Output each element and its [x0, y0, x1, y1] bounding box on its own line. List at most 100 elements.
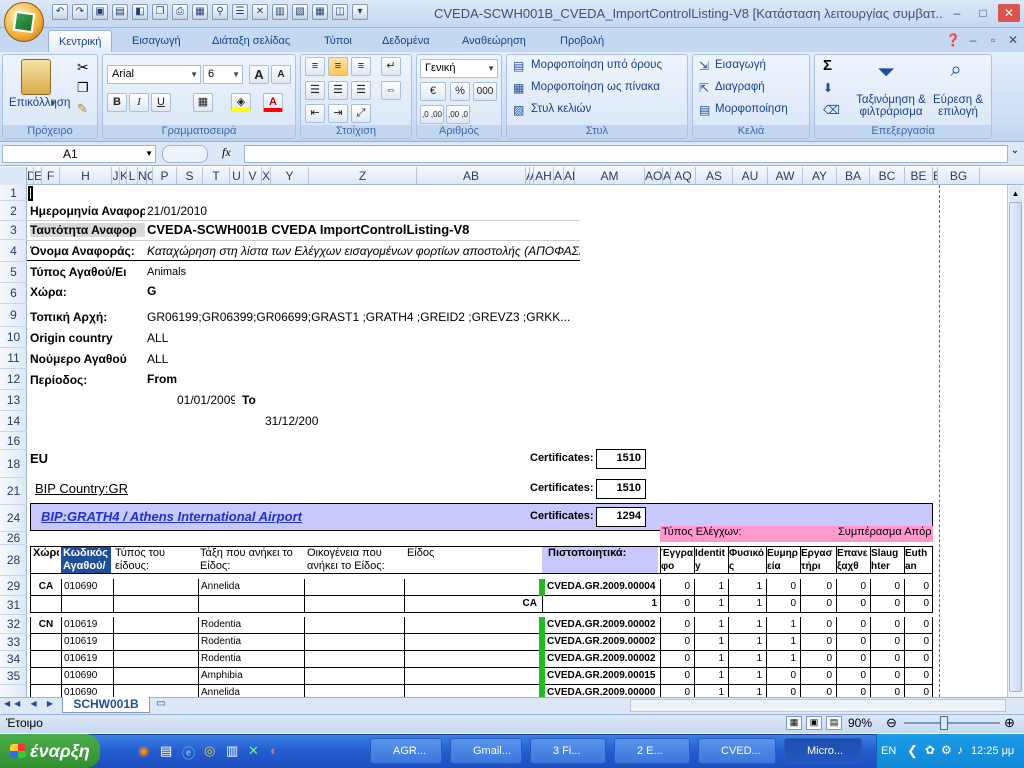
- column-header-f[interactable]: F: [42, 167, 60, 185]
- font-color-icon[interactable]: A: [263, 93, 283, 112]
- tab-view[interactable]: Προβολή: [550, 30, 614, 52]
- row-header-33[interactable]: 33: [0, 634, 27, 651]
- paste-dropdown-icon[interactable]: ▼: [49, 99, 57, 108]
- undo-icon[interactable]: ↶: [52, 4, 68, 20]
- row-header-11[interactable]: 11: [0, 348, 27, 369]
- align-right-icon[interactable]: ☰: [351, 81, 371, 100]
- zoom-slider-thumb[interactable]: [940, 716, 948, 730]
- orientation-icon[interactable]: ⤢: [351, 104, 371, 123]
- tab-insert[interactable]: Εισαγωγή: [122, 30, 191, 52]
- column-header-ao[interactable]: AO: [645, 167, 663, 185]
- copy-icon[interactable]: ❐: [152, 4, 168, 20]
- percent-button[interactable]: %: [450, 82, 470, 101]
- explorer-icon[interactable]: ▤: [160, 743, 172, 759]
- row-header-34[interactable]: 34: [0, 651, 27, 668]
- table-row[interactable]: [30, 685, 933, 697]
- name-box[interactable]: A1 ▼: [2, 145, 156, 163]
- sheet-icon[interactable]: ▧: [292, 4, 308, 20]
- column-header-ab[interactable]: AB: [417, 167, 526, 185]
- row-header-26[interactable]: 26: [0, 532, 27, 545]
- page-layout-icon[interactable]: ▣: [806, 716, 822, 730]
- column-header-d[interactable]: D: [27, 167, 34, 185]
- column-header-as[interactable]: AS: [696, 167, 733, 185]
- task-explorer[interactable]: 2 E...: [614, 738, 690, 764]
- copy-icon[interactable]: ❐: [77, 80, 89, 96]
- help-icon[interactable]: ❓: [942, 31, 964, 49]
- column-header-bc[interactable]: BC: [870, 167, 905, 185]
- expand-formula-icon[interactable]: ⌄: [1008, 145, 1022, 163]
- column-header-l[interactable]: L: [127, 167, 138, 185]
- zoom-slider[interactable]: [904, 722, 1000, 724]
- row-header-18[interactable]: 18: [0, 450, 27, 478]
- sheet-grid[interactable]: Ημερομηνία Αναφορ 21/01/2010 Ταυτότητα Α…: [27, 185, 1007, 697]
- grow-font-button[interactable]: A: [249, 65, 269, 84]
- thousands-button[interactable]: 000: [473, 82, 497, 101]
- row-header-35[interactable]: 35: [0, 668, 27, 685]
- minimize-button[interactable]: –: [946, 4, 968, 22]
- sort-filter-line1[interactable]: Ταξινόμηση &: [853, 94, 929, 106]
- print-icon[interactable]: ⎙: [172, 4, 188, 20]
- fill-icon[interactable]: ⬇: [823, 81, 833, 95]
- row-header-29[interactable]: 29: [0, 576, 27, 596]
- find-select-line1[interactable]: Εύρεση &: [929, 94, 987, 106]
- format-as-table-button[interactable]: Μορφοποίηση ως πίνακα: [531, 81, 660, 93]
- bip-link[interactable]: BIP:GRATH4 / Athens International Airpor…: [41, 509, 302, 524]
- row-header-16[interactable]: 16: [0, 432, 27, 450]
- insert-cells-button[interactable]: Εισαγωγή: [715, 59, 766, 71]
- conditional-format-button[interactable]: Μορφοποίηση υπό όρους: [531, 59, 662, 71]
- fill-color-icon[interactable]: ◈: [231, 93, 251, 112]
- row-header-3[interactable]: 3: [0, 221, 27, 240]
- scroll-up-icon[interactable]: ▲: [1009, 186, 1022, 202]
- app-icon[interactable]: ▥: [226, 743, 238, 759]
- table-row[interactable]: [30, 617, 933, 634]
- tab-formulas[interactable]: Τύποι: [314, 30, 362, 52]
- row-header-12[interactable]: 12: [0, 369, 27, 390]
- number-format-combo[interactable]: Γενική ▼: [420, 59, 498, 78]
- tray-back-icon[interactable]: ❮: [907, 743, 918, 759]
- redo-icon[interactable]: ↷: [72, 4, 88, 20]
- row-header-31[interactable]: 31: [0, 596, 27, 615]
- bold-button[interactable]: B: [107, 93, 127, 112]
- firefox-icon[interactable]: ◉: [138, 743, 149, 759]
- format-painter-icon[interactable]: ✎: [77, 101, 88, 117]
- clear-icon[interactable]: ✕: [252, 4, 268, 20]
- row-header-9[interactable]: 9: [0, 304, 27, 327]
- row-header-21[interactable]: 21: [0, 478, 27, 505]
- sheet-tab-schw001b[interactable]: SCHW001B: [62, 697, 150, 713]
- filter-icon[interactable]: ⚲: [212, 4, 228, 20]
- row-header-5[interactable]: 5: [0, 262, 27, 283]
- clear-icon[interactable]: ⌫: [823, 103, 840, 117]
- print-preview-icon[interactable]: ▤: [112, 4, 128, 20]
- tab-data[interactable]: Δεδομένα: [372, 30, 440, 52]
- table-row[interactable]: [30, 579, 933, 596]
- ie-icon[interactable]: ⓔ: [182, 743, 195, 762]
- row-header-28[interactable]: 28: [0, 545, 27, 576]
- currency-icon[interactable]: €: [420, 82, 446, 101]
- column-header-s[interactable]: S: [177, 167, 203, 185]
- table-row[interactable]: [30, 634, 933, 651]
- column-header-h[interactable]: H: [60, 167, 112, 185]
- save-icon[interactable]: ▣: [92, 4, 108, 20]
- font-name-combo[interactable]: Arial ▼: [107, 65, 201, 84]
- ribbon-close-button[interactable]: ✕: [1002, 31, 1024, 49]
- zoom-level[interactable]: 90%: [848, 716, 872, 730]
- tab-review[interactable]: Αναθεώρηση: [452, 30, 536, 52]
- tab-page-layout[interactable]: Διάταξη σελίδας: [202, 30, 300, 52]
- task-gmail[interactable]: Gmail...: [450, 738, 522, 764]
- maximize-button[interactable]: □: [972, 4, 994, 22]
- merge-center-icon[interactable]: ⇔: [381, 81, 401, 100]
- row-header-1[interactable]: 1: [0, 185, 27, 201]
- row-header-10[interactable]: 10: [0, 327, 27, 348]
- column-header-aq[interactable]: AQ: [671, 167, 696, 185]
- row-header-32[interactable]: 32: [0, 615, 27, 634]
- wrap-text-icon[interactable]: ↵: [381, 57, 401, 76]
- row-header-4[interactable]: 4: [0, 240, 27, 262]
- select-all-corner[interactable]: [0, 167, 27, 185]
- column-header-e[interactable]: E: [34, 167, 42, 185]
- column-header-k[interactable]: K: [120, 167, 127, 185]
- row-header-2[interactable]: 2: [0, 201, 27, 221]
- increase-indent-icon[interactable]: ⇥: [328, 104, 348, 123]
- task-agr[interactable]: AGR...: [370, 738, 442, 764]
- column-header-t[interactable]: T: [203, 167, 230, 185]
- cut-icon[interactable]: ✂: [77, 59, 89, 76]
